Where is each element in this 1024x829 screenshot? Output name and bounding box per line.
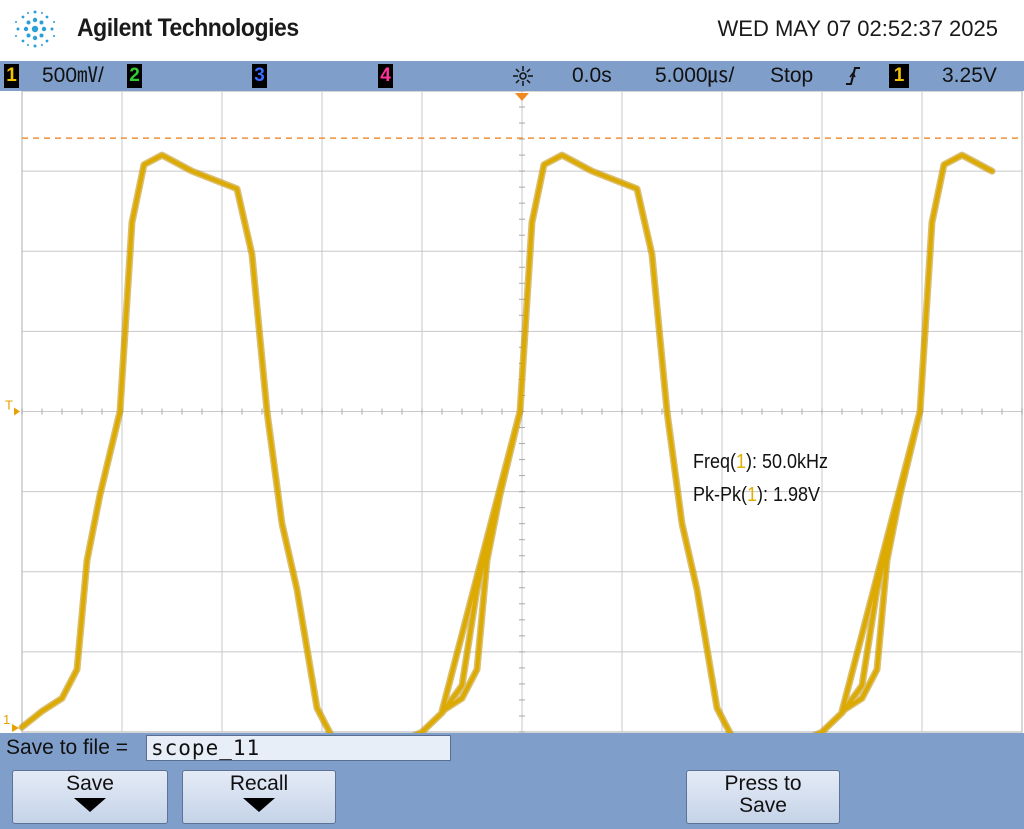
trigger-level-marker: T (5, 398, 13, 413)
title-bar: Agilent Technologies WED MAY 07 02:52:37… (0, 0, 1024, 60)
channel-1-scale: 500㎷/ (42, 64, 104, 87)
frequency-measurement: Freq(1): 50.0kHz (693, 451, 828, 474)
time-offset: 0.0s (572, 64, 612, 87)
status-bar: 1 500㎷/ 2 3 4 0.0s 5.000㎲/ Stop 1 3.25V (0, 61, 1024, 91)
channel-1-ground-marker: 1 (3, 712, 10, 727)
press-to-save-button[interactable]: Press to Save (686, 770, 840, 824)
trigger-source-indicator: 1 (889, 64, 909, 88)
press-to-save-line-1: Press to (724, 772, 802, 795)
time-reference-icon (513, 66, 533, 86)
trigger-level: 3.25V (942, 64, 997, 87)
channel-2-indicator[interactable]: 2 (127, 64, 142, 88)
waveform-display[interactable]: T1 Freq(1): 50.0kHz Pk-Pk(1): 1.98V (0, 91, 1024, 733)
brand-name: Agilent Technologies (77, 14, 299, 42)
time-scale: 5.000㎲/ (655, 64, 735, 87)
save-button[interactable]: Save (12, 770, 168, 824)
recall-button-label: Recall (229, 772, 289, 795)
agilent-logo-icon (15, 10, 55, 48)
pk-pk-value: ): 1.98V (757, 484, 821, 506)
waveform-graticule: T1 (3, 91, 1023, 733)
date-time: WED MAY 07 02:52:37 2025 (717, 16, 998, 41)
channel-1-trace (20, 153, 994, 733)
channel-4-indicator[interactable]: 4 (378, 64, 393, 88)
rising-edge-icon (846, 67, 860, 85)
frequency-channel: 1 (736, 451, 747, 473)
channel-1-trace-band (18, 151, 996, 733)
save-button-label: Save (66, 772, 114, 795)
frequency-label: Freq( (693, 451, 737, 473)
pk-pk-measurement: Pk-Pk(1): 1.98V (693, 484, 820, 507)
trigger-level-arrow-icon (14, 407, 20, 416)
run-state: Stop (770, 64, 814, 87)
pk-pk-channel: 1 (747, 484, 758, 506)
channel-3-indicator[interactable]: 3 (252, 64, 267, 88)
frequency-value: ): 50.0kHz (746, 451, 829, 473)
recall-button[interactable]: Recall (182, 770, 336, 824)
channel-1-ground-arrow-icon (12, 724, 19, 732)
arrow-down-icon (74, 798, 106, 812)
pk-pk-label: Pk-Pk( (693, 484, 747, 506)
filename-field[interactable]: scope_11 (146, 735, 451, 761)
press-to-save-line-2: Save (739, 794, 787, 817)
arrow-down-icon (243, 798, 275, 812)
save-to-file-label: Save to file = (6, 736, 128, 759)
channel-1-indicator[interactable]: 1 (4, 64, 19, 88)
softkey-panel: Save to file = scope_11 Save Recall Pres… (0, 733, 1024, 829)
trigger-time-marker-icon (515, 93, 529, 101)
